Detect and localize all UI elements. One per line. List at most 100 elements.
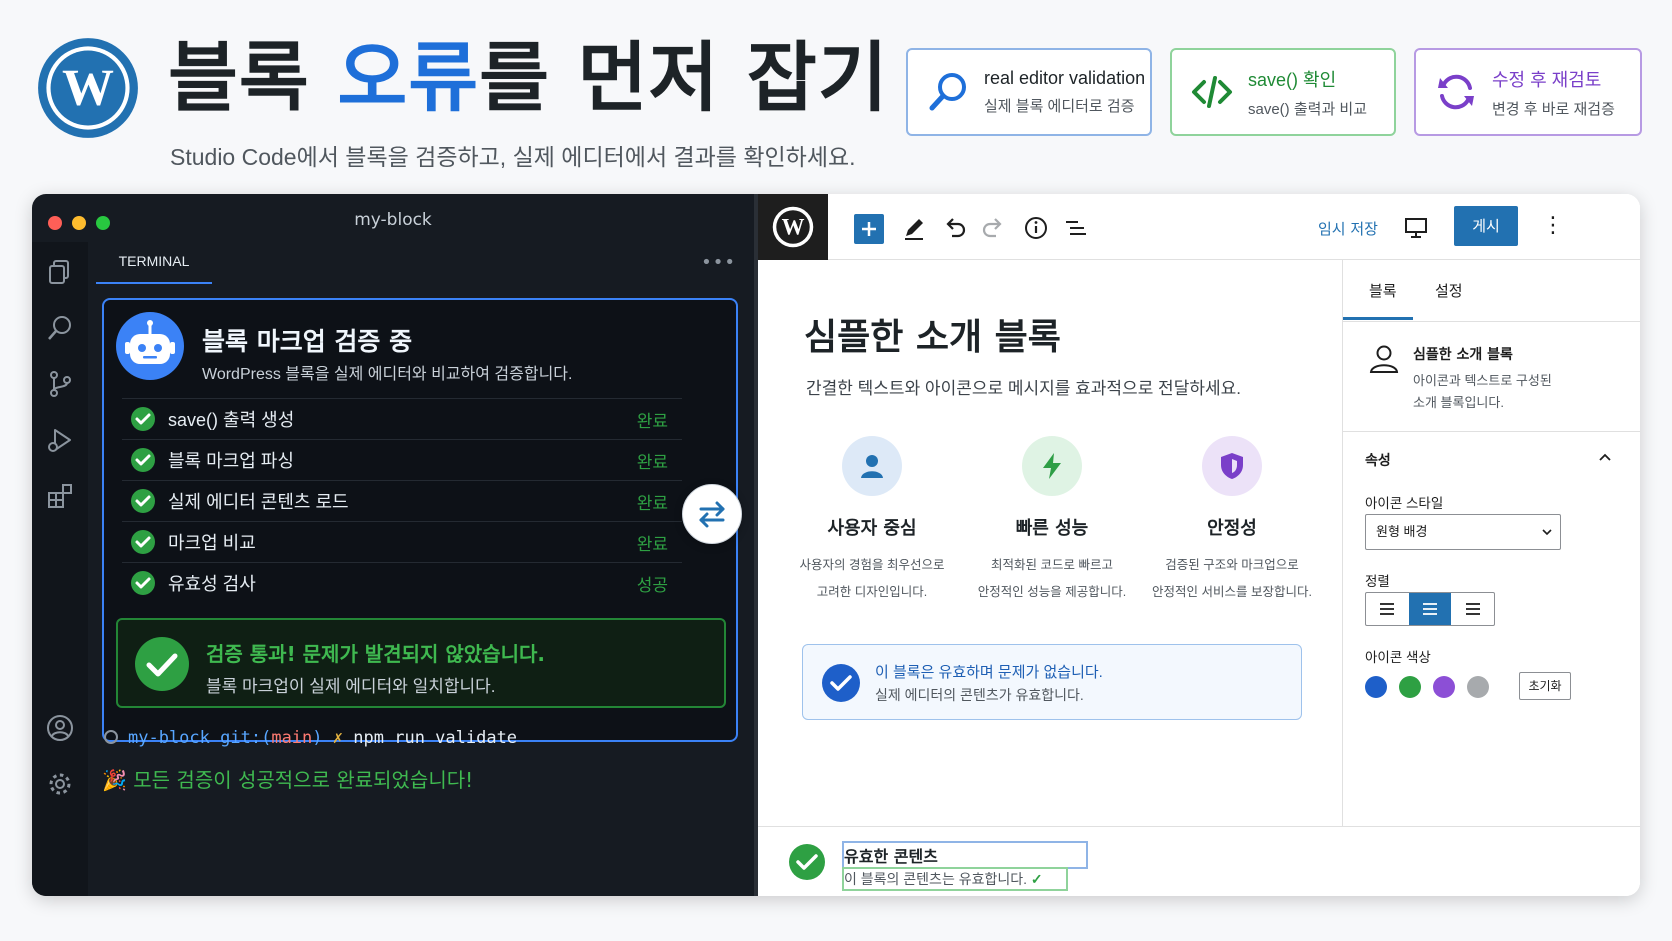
- prompt-git-close: ): [312, 728, 323, 748]
- align-left-button[interactable]: [1366, 593, 1409, 625]
- tab-settings[interactable]: 설정: [1435, 280, 1463, 301]
- color-swatches: [1365, 676, 1489, 698]
- feature-column-user[interactable]: 사용자 중심 사용자의 경험을 최우선으로 고려한 디자인입니다.: [782, 436, 962, 600]
- user-outline-icon: [1369, 345, 1399, 373]
- prompt-command: npm run validate: [353, 728, 518, 748]
- step-status: 완료: [636, 534, 668, 554]
- pass-desc: 블록 마크업이 실제 에디터와 일치합니다.: [206, 677, 496, 696]
- tab-block[interactable]: 블록: [1369, 280, 1397, 301]
- save-draft-button[interactable]: 임시 저장: [1318, 218, 1378, 239]
- feature-column-speed[interactable]: 빠른 성능 최적화된 코드로 빠르고 안정적인 성능을 제공합니다.: [962, 436, 1142, 600]
- user-icon: [842, 436, 902, 496]
- search-icon[interactable]: [46, 314, 74, 342]
- check-circle-icon: [822, 664, 860, 702]
- block-lead-text[interactable]: 간결한 텍스트와 아이콘으로 메시지를 효과적으로 전달하세요.: [806, 374, 1241, 399]
- settings-sidebar: 블록 설정 심플한 소개 블록 아이콘과 텍스트로 구성된 소개 블록입니다. …: [1342, 260, 1640, 826]
- list-view-icon[interactable]: [1062, 214, 1090, 242]
- feature-desc: 사용자의 경험을 최우선으로: [799, 558, 945, 572]
- feature-title: real editor validation: [984, 68, 1146, 88]
- feature-card-save: save() 확인 save() 출력과 비교: [1170, 48, 1396, 136]
- add-block-button[interactable]: [854, 214, 884, 244]
- app-frame: my-block TERMINAL ••• 블록 마크업 검증 중 WordPr…: [32, 194, 1640, 896]
- block-card-desc: 소개 블록입니다.: [1413, 395, 1504, 410]
- wordpress-logo: W: [38, 38, 138, 138]
- step-label: 블록 마크업 파싱: [168, 451, 294, 471]
- color-swatch-purple[interactable]: [1433, 676, 1455, 698]
- refresh-icon: [1430, 66, 1482, 118]
- swap-arrows-icon: [682, 484, 742, 544]
- extensions-icon[interactable]: [46, 482, 74, 510]
- bolt-icon: [1022, 436, 1082, 496]
- prompt-branch: main: [271, 728, 313, 748]
- feature-title: save() 확인: [1248, 69, 1337, 90]
- wordpress-logo-button[interactable]: W: [758, 194, 828, 260]
- edit-pencil-icon[interactable]: [900, 214, 928, 242]
- block-editor-window: W 임시 저장 게시 ⋮ 심플한 소개 블록 간결한 텍스트와 아이콘으로 메시…: [758, 194, 1640, 896]
- color-swatch-green[interactable]: [1399, 676, 1421, 698]
- chevron-up-icon[interactable]: [1598, 450, 1612, 464]
- align-right-button[interactable]: [1451, 593, 1494, 625]
- more-options-icon[interactable]: ⋮: [1542, 212, 1564, 240]
- feature-title: 안정성: [1207, 518, 1257, 539]
- validity-status-bar: 유효한 콘텐츠 이 블록의 콘텐츠는 유효합니다. ✓: [758, 826, 1640, 896]
- feature-desc: 검증된 구조와 마크업으로: [1165, 558, 1299, 572]
- step-label: save() 출력 생성: [168, 410, 295, 430]
- align-center-button[interactable]: [1408, 593, 1452, 625]
- title-bar: my-block: [32, 194, 754, 242]
- activity-bar: [32, 242, 88, 896]
- panel-title: 블록 마크업 검증 중: [202, 327, 413, 356]
- files-icon[interactable]: [46, 258, 74, 286]
- redo-icon[interactable]: [980, 214, 1008, 242]
- reset-button[interactable]: 초기화: [1519, 672, 1571, 700]
- check-circle-icon: [131, 530, 155, 554]
- page-subtitle: Studio Code에서 블록을 검증하고, 실제 에디터에서 결과를 확인하…: [170, 144, 856, 170]
- validation-pass-banner: 검증 통과! 문제가 발견되지 않았습니다. 블록 마크업이 실제 에디터와 일…: [116, 618, 726, 708]
- list-item: 실제 에디터 콘텐츠 로드 완료: [122, 480, 682, 521]
- footer-desc: 이 블록의 콘텐츠는 유효합니다. ✓: [842, 867, 1068, 891]
- step-status: 완료: [636, 452, 668, 472]
- undo-icon[interactable]: [940, 214, 968, 242]
- run-debug-icon[interactable]: [46, 426, 74, 454]
- notice-desc: 실제 에디터의 콘텐츠가 유효합니다.: [875, 687, 1084, 703]
- panel-subtitle: WordPress 블록을 실제 에디터와 비교하여 검증합니다.: [202, 366, 573, 383]
- svg-text:W: W: [782, 214, 805, 239]
- check-circle-icon: [131, 407, 155, 431]
- svg-text:W: W: [62, 60, 114, 117]
- panel-tab-bar: TERMINAL •••: [94, 242, 754, 284]
- footer-title: 유효한 콘텐츠: [842, 841, 1088, 869]
- feature-desc: 안정적인 성능을 제공합니다.: [977, 585, 1127, 599]
- properties-heading[interactable]: 속성: [1365, 450, 1391, 470]
- color-swatch-gray[interactable]: [1467, 676, 1489, 698]
- prompt-dir: my-block: [128, 728, 210, 748]
- icon-style-label: 아이콘 스타일: [1365, 496, 1444, 511]
- color-swatch-blue[interactable]: [1365, 676, 1387, 698]
- feature-title: 사용자 중심: [827, 518, 917, 539]
- feature-card-real-editor: real editor validation 실제 블록 에디터로 검증: [906, 48, 1152, 136]
- feature-desc: 실제 블록 에디터로 검증: [984, 98, 1135, 115]
- source-control-icon[interactable]: [46, 370, 74, 398]
- feature-desc: save() 출력과 비교: [1248, 100, 1368, 118]
- desktop-preview-icon[interactable]: [1402, 214, 1430, 242]
- account-icon[interactable]: [46, 714, 74, 742]
- checkmark-icon: ✓: [1030, 871, 1043, 887]
- block-card-desc: 아이콘과 텍스트로 구성된: [1413, 373, 1552, 388]
- editor-toolbar: W 임시 저장 게시 ⋮: [758, 194, 1640, 260]
- terminal-prompt[interactable]: my-block git:(main) ✗ npm run validate: [104, 728, 517, 748]
- check-circle-icon: [135, 637, 189, 691]
- robot-icon: [116, 312, 184, 380]
- tab-terminal[interactable]: TERMINAL: [96, 248, 212, 284]
- block-valid-notice: 이 블록은 유효하며 문제가 없습니다. 실제 에디터의 콘텐츠가 유효합니다.: [802, 644, 1302, 720]
- terminal-success-message: 🎉 모든 검증이 성공적으로 완료되었습니다!: [102, 768, 474, 792]
- block-heading[interactable]: 심플한 소개 블록: [804, 308, 1061, 360]
- publish-button[interactable]: 게시: [1454, 206, 1518, 246]
- settings-gear-icon[interactable]: [46, 770, 74, 798]
- icon-color-label: 아이콘 색상: [1365, 650, 1431, 665]
- icon-style-select[interactable]: 원형 배경: [1365, 514, 1561, 550]
- shield-icon: [1202, 436, 1262, 496]
- feature-column-stability[interactable]: 안정성 검증된 구조와 마크업으로 안정적인 서비스를 보장합니다.: [1142, 436, 1322, 600]
- info-icon[interactable]: [1022, 214, 1050, 242]
- more-actions-icon[interactable]: •••: [701, 252, 736, 273]
- align-center-icon: [1423, 603, 1437, 615]
- align-label: 정렬: [1365, 574, 1390, 589]
- list-item: 블록 마크업 파싱 완료: [122, 439, 682, 480]
